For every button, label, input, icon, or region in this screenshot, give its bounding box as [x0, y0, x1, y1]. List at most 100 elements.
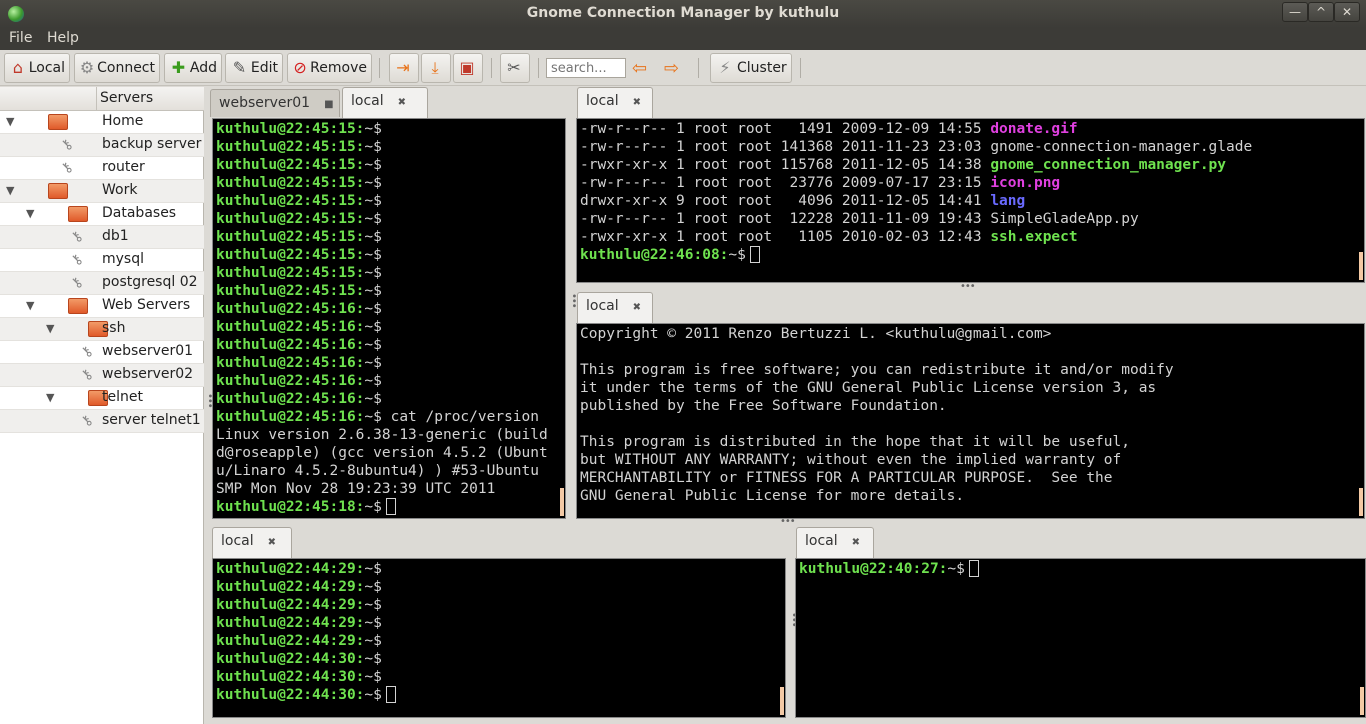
terminal-output[interactable]: kuthulu@22:44:29:~$ kuthulu@22:44:29:~$ ku…: [212, 558, 786, 718]
line-text: ~$: [364, 499, 382, 515]
terminal-line: but WITHOUT ANY WARRANTY; without even t…: [580, 452, 1122, 468]
terminal-line: MERCHANTABILITY or FITNESS FOR A PARTICU…: [580, 470, 1113, 486]
split-vertical-button[interactable]: ⤓: [421, 53, 451, 83]
toolbar-separator: [491, 58, 492, 78]
terminal-output[interactable]: Copyright © 2011 Renzo Bertuzzi L. <kuth…: [576, 323, 1365, 519]
unsplit-button[interactable]: ▣: [453, 53, 483, 83]
tree-item-label: webserver02: [102, 366, 194, 382]
tree-host-row[interactable]: ⚷ db1: [0, 226, 204, 249]
preferences-button[interactable]: ✂: [500, 53, 530, 83]
server-plug-icon: ⚷: [57, 158, 77, 178]
tab-local[interactable]: local ✖: [577, 292, 653, 323]
terminal-line: kuthulu@22:45:18:~$: [216, 498, 562, 516]
scrollbar[interactable]: [1360, 687, 1364, 715]
tree-folder-row[interactable]: ▼ Web Servers: [0, 295, 204, 318]
tree-host-row[interactable]: ⚷ mysql: [0, 249, 204, 272]
search-input[interactable]: [546, 58, 626, 78]
tab-local[interactable]: local ✖: [796, 527, 874, 558]
toolbar-separator: [698, 58, 699, 78]
close-tab-icon[interactable]: ✖: [268, 537, 276, 548]
terminal-line: kuthulu@22:45:16:~$ cat /proc/version: [216, 408, 562, 426]
arrow-left-icon[interactable]: ⇦: [632, 58, 652, 79]
tree-host-row[interactable]: ⚷ postgresql 02: [0, 272, 204, 295]
line-text: ~$: [364, 139, 382, 155]
scrollbar[interactable]: [1359, 252, 1363, 280]
terminal-line: u/Linaro 4.5.2-8ubuntu4) ) #53-Ubuntu: [216, 462, 562, 480]
tree-host-row[interactable]: ⚷ server telnet1: [0, 410, 204, 433]
connect-button[interactable]: ⚙ Connect: [74, 53, 160, 83]
split-horizontal-button[interactable]: ⇥: [389, 53, 419, 83]
scrollbar[interactable]: [1359, 488, 1363, 516]
file-meta: -rw-r--r-- 1 root root 12228 2011-11-09 …: [580, 211, 991, 227]
close-tab-icon[interactable]: ✖: [633, 302, 641, 313]
scrollbar[interactable]: [780, 687, 784, 715]
tab-webserver01[interactable]: webserver01 ■: [210, 89, 340, 117]
terminal-line: kuthulu@22:45:16:~$: [216, 354, 562, 372]
terminal-output[interactable]: kuthulu@22:40:27:~$: [795, 558, 1366, 718]
maximize-button[interactable]: ^: [1308, 2, 1334, 22]
arrow-right-icon[interactable]: ⇨: [664, 58, 684, 79]
terminal-line: -rw-r--r-- 1 root root 1491 2009-12-09 1…: [580, 120, 1361, 138]
terminal-output[interactable]: kuthulu@22:45:15:~$ kuthulu@22:45:15:~$ ku…: [212, 118, 566, 519]
terminal-output[interactable]: -rw-r--r-- 1 root root 1491 2009-12-09 1…: [576, 118, 1365, 283]
minimize-button[interactable]: —: [1282, 2, 1308, 22]
tab-local[interactable]: local ✖: [577, 87, 653, 118]
terminal-line: kuthulu@22:45:15:~$: [216, 120, 562, 138]
tree-host-row[interactable]: ⚷ webserver01: [0, 341, 204, 364]
terminal-line: d@roseapple) (gcc version 4.5.2 (Ubunt: [216, 444, 562, 462]
tree-header[interactable]: Servers: [0, 87, 204, 111]
expander-icon[interactable]: ▼: [26, 299, 34, 312]
prompt-text: kuthulu@22:45:15:: [216, 121, 365, 137]
tree-host-row[interactable]: ⚷ webserver02: [0, 364, 204, 387]
line-text: ~$: [728, 247, 746, 263]
server-plug-icon: ⚷: [67, 273, 87, 293]
expander-icon[interactable]: ▼: [46, 322, 54, 335]
edit-button[interactable]: ✎ Edit: [225, 53, 283, 83]
prompt-text: kuthulu@22:45:15:: [216, 229, 365, 245]
tab-label: local: [805, 533, 838, 549]
close-tab-icon[interactable]: ✖: [633, 97, 641, 108]
pane-resize-handle[interactable]: •••: [960, 281, 976, 292]
line-text: ~$: [364, 561, 382, 577]
menu-help[interactable]: Help: [47, 30, 79, 46]
close-button[interactable]: ✕: [1334, 2, 1360, 22]
tree-folder-row[interactable]: ▼ telnet: [0, 387, 204, 410]
cluster-button[interactable]: ⚡ Cluster: [710, 53, 792, 83]
tree-folder-row[interactable]: ▼ Databases: [0, 203, 204, 226]
tree-host-row[interactable]: ⚷ router: [0, 157, 204, 180]
terminal-line: kuthulu@22:45:15:~$: [216, 210, 562, 228]
close-tab-icon[interactable]: ✖: [398, 97, 406, 108]
tree-host-row[interactable]: ⚷ backup server: [0, 134, 204, 157]
expander-icon[interactable]: ▼: [26, 207, 34, 220]
pane-resize-handle[interactable]: •••: [780, 516, 796, 527]
add-button-label: Add: [189, 60, 217, 76]
tab-local[interactable]: local ✖: [342, 87, 428, 118]
prompt-text: kuthulu@22:44:29:: [216, 597, 365, 613]
expander-icon[interactable]: ▼: [6, 184, 14, 197]
remove-icon: ⊘: [293, 58, 307, 77]
server-plug-icon: ⚷: [77, 342, 97, 362]
file-meta: -rwxr-xr-x 1 root root 115768 2011-12-05…: [580, 157, 991, 173]
close-tab-icon[interactable]: ✖: [852, 537, 860, 548]
scrollbar[interactable]: [560, 488, 564, 516]
tree-folder-row[interactable]: ▼ ssh: [0, 318, 204, 341]
tree-folder-row[interactable]: ▼ Work: [0, 180, 204, 203]
close-tab-icon[interactable]: ■: [324, 99, 333, 110]
tree-folder-row[interactable]: ▼ Home: [0, 111, 204, 134]
terminal-line: kuthulu@22:44:29:~$: [216, 632, 782, 650]
toolbar: ⌂ Local ⚙ Connect ✚ Add ✎ Edit ⊘ Remove …: [0, 50, 1366, 86]
terminal-line: kuthulu@22:45:16:~$: [216, 390, 562, 408]
expander-icon[interactable]: ▼: [46, 391, 54, 404]
line-text: ~$: [364, 319, 382, 335]
tab-local[interactable]: local ✖: [212, 527, 292, 558]
local-button[interactable]: ⌂ Local: [4, 53, 70, 83]
prompt-text: kuthulu@22:45:15:: [216, 247, 365, 263]
prompt-text: kuthulu@22:45:15:: [216, 157, 365, 173]
add-button[interactable]: ✚ Add: [164, 53, 222, 83]
expander-icon[interactable]: ▼: [6, 115, 14, 128]
folder-icon: [48, 183, 68, 199]
line-text: ~$: [364, 615, 382, 631]
remove-button[interactable]: ⊘ Remove: [287, 53, 372, 83]
file-name: icon.png: [990, 175, 1061, 191]
menu-file[interactable]: File: [9, 30, 32, 46]
